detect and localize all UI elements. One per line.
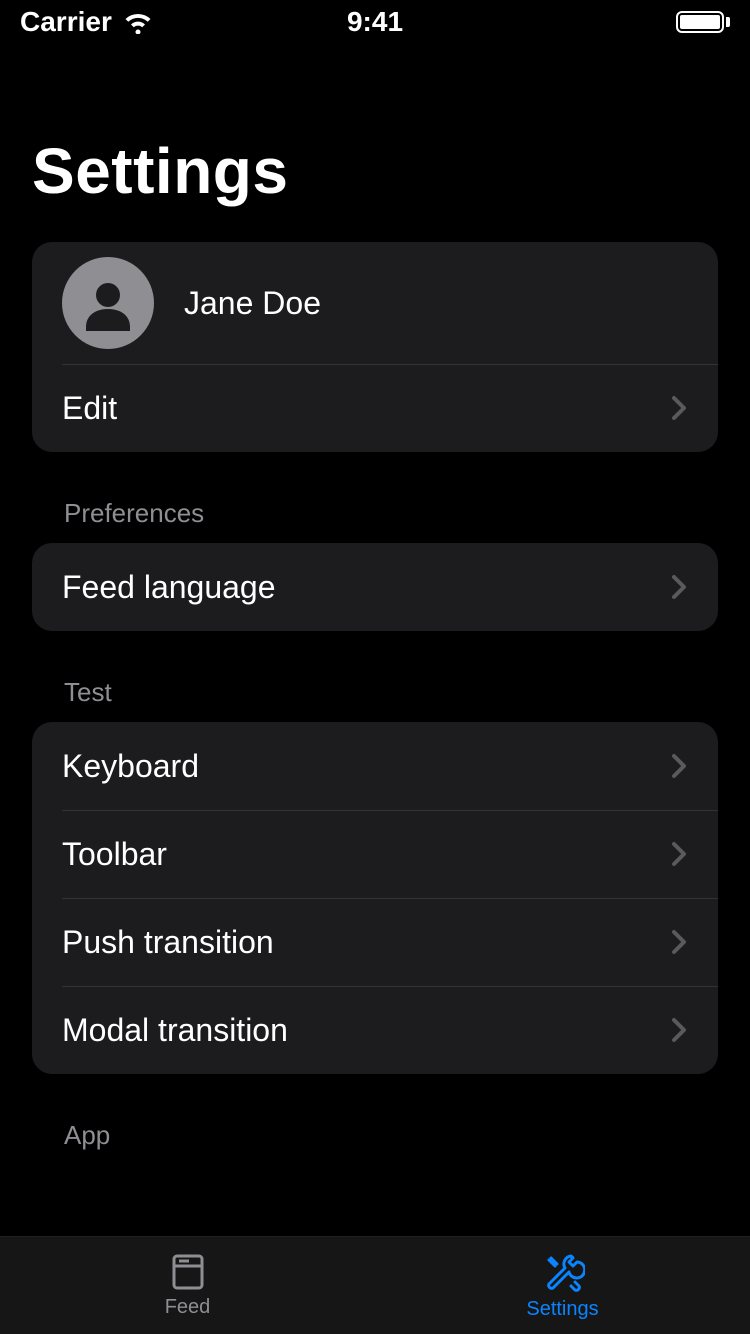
- tools-icon: [541, 1250, 585, 1294]
- cell-label: Toolbar: [62, 836, 670, 873]
- status-bar: Carrier 9:41: [0, 0, 750, 44]
- profile-name-label: Jane Doe: [184, 285, 688, 322]
- chevron-right-icon: [670, 394, 688, 422]
- tab-bar: Feed Settings: [0, 1236, 750, 1334]
- tab-label: Feed: [165, 1296, 211, 1319]
- preferences-section-header: Preferences: [64, 498, 718, 529]
- feed-icon: [168, 1252, 208, 1292]
- chevron-right-icon: [670, 752, 688, 780]
- test-group: Keyboard Toolbar Push transition Modal t…: [32, 722, 718, 1074]
- cell-label: Keyboard: [62, 748, 670, 785]
- chevron-right-icon: [670, 1016, 688, 1044]
- keyboard-cell[interactable]: Keyboard: [32, 722, 718, 810]
- preferences-group: Feed language: [32, 543, 718, 631]
- modal-transition-cell[interactable]: Modal transition: [32, 986, 718, 1074]
- wifi-icon: [122, 10, 154, 34]
- cell-label: Modal transition: [62, 1012, 670, 1049]
- chevron-right-icon: [670, 840, 688, 868]
- cell-label: Push transition: [62, 924, 670, 961]
- avatar: [62, 257, 154, 349]
- tab-feed[interactable]: Feed: [0, 1237, 375, 1334]
- test-section-header: Test: [64, 677, 718, 708]
- chevron-right-icon: [670, 928, 688, 956]
- profile-group: Jane Doe Edit: [32, 242, 718, 452]
- app-section-header: App: [64, 1120, 718, 1151]
- cell-label: Feed language: [62, 569, 670, 606]
- profile-cell[interactable]: Jane Doe: [32, 242, 718, 364]
- tab-label: Settings: [526, 1298, 598, 1321]
- feed-language-cell[interactable]: Feed language: [32, 543, 718, 631]
- edit-label: Edit: [62, 390, 670, 427]
- clock-label: 9:41: [347, 6, 403, 38]
- page-title: Settings: [32, 134, 718, 208]
- push-transition-cell[interactable]: Push transition: [32, 898, 718, 986]
- tab-settings[interactable]: Settings: [375, 1237, 750, 1334]
- edit-profile-cell[interactable]: Edit: [32, 364, 718, 452]
- toolbar-cell[interactable]: Toolbar: [32, 810, 718, 898]
- carrier-label: Carrier: [20, 6, 112, 38]
- battery-icon: [676, 11, 730, 33]
- chevron-right-icon: [670, 573, 688, 601]
